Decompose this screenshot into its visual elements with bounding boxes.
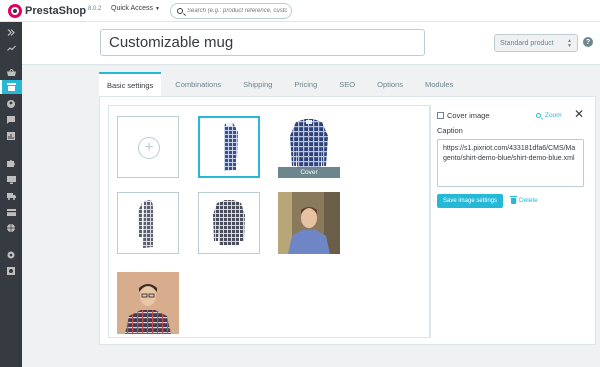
prestashop-logo[interactable]: PrestaShop	[8, 4, 86, 18]
tab-combinations[interactable]: Combinations	[167, 72, 229, 96]
shirt-image	[213, 200, 245, 245]
add-icon: +	[138, 137, 160, 159]
version-label: 8.0.2	[88, 6, 102, 12]
sidebar-toggle[interactable]	[0, 25, 22, 39]
tab-basic-settings[interactable]: Basic settings	[99, 72, 162, 96]
top-bar: PrestaShop 8.0.2 Quick Access ▼	[0, 0, 600, 22]
save-image-settings-button[interactable]: Save image settings	[437, 194, 503, 208]
bar-chart-icon	[7, 132, 15, 140]
image-settings-panel: Cover image Zoom ✕ Caption https://s1.pi…	[429, 106, 589, 338]
sidebar	[0, 22, 22, 367]
sidebar-item-catalog[interactable]	[0, 80, 22, 94]
account-circle-icon	[7, 100, 15, 108]
search-box[interactable]	[170, 3, 292, 19]
help-icon[interactable]: ?	[583, 37, 593, 47]
product-image-3[interactable]	[117, 192, 179, 254]
tab-seo[interactable]: SEO	[331, 72, 363, 96]
model-photo	[117, 272, 179, 334]
product-name-input[interactable]	[100, 29, 425, 56]
settings-icon	[7, 251, 15, 259]
shirt-image	[138, 200, 153, 248]
trash-icon	[510, 195, 517, 204]
product-image-model-1[interactable]	[278, 192, 340, 254]
add-image-button[interactable]: +	[117, 116, 179, 178]
truck-icon	[6, 192, 16, 200]
search-input[interactable]	[187, 8, 287, 14]
caret-down-icon: ▼	[155, 5, 160, 12]
tab-options[interactable]: Options	[369, 72, 411, 96]
extension-icon	[7, 160, 15, 167]
sidebar-item-orders[interactable]	[0, 65, 22, 79]
product-tabs: Basic settings Combinations Shipping Pri…	[99, 72, 467, 96]
trending-up-icon	[6, 45, 16, 51]
image-dropzone: + Cover	[108, 105, 431, 338]
product-images-card: + Cover Cover image Zoom ✕ Caption https…	[99, 96, 596, 345]
globe-icon	[7, 224, 15, 232]
caption-label: Caption	[437, 126, 463, 135]
sidebar-item-payment[interactable]	[0, 205, 22, 219]
sidebar-item-dashboard[interactable]	[0, 41, 22, 55]
delete-image-link[interactable]: Delete	[510, 195, 538, 204]
sidebar-item-stats[interactable]	[0, 129, 22, 143]
cover-image-label: Cover image	[447, 111, 490, 120]
quick-access-dropdown[interactable]: Quick Access ▼	[111, 5, 160, 12]
cover-badge: Cover	[278, 167, 340, 178]
zoom-label: Zoom	[545, 112, 562, 119]
tab-modules[interactable]: Modules	[417, 72, 461, 96]
cover-image-checkbox[interactable]	[437, 112, 444, 119]
brand-name: PrestaShop	[25, 5, 87, 17]
store-icon	[6, 83, 16, 91]
quick-access-label: Quick Access	[111, 5, 154, 12]
tab-pricing[interactable]: Pricing	[286, 72, 325, 96]
shopping-basket-icon	[6, 68, 16, 76]
model-photo	[278, 192, 340, 254]
close-icon[interactable]: ✕	[574, 108, 584, 120]
sidebar-item-advanced-parameters[interactable]	[0, 264, 22, 278]
product-image-model-2[interactable]	[117, 272, 179, 334]
delete-label: Delete	[519, 197, 538, 204]
shirt-image	[224, 123, 238, 171]
cover-image-checkbox-row[interactable]: Cover image	[437, 111, 490, 120]
product-image-4[interactable]	[198, 192, 260, 254]
select-arrows-icon: ▲ ▼	[567, 38, 572, 49]
sidebar-item-international[interactable]	[0, 221, 22, 235]
credit-card-icon	[6, 208, 16, 216]
product-type-value: Standard product	[500, 39, 554, 47]
sidebar-item-shipping[interactable]	[0, 189, 22, 203]
chevrons-right-icon	[7, 28, 15, 36]
product-image-1[interactable]	[198, 116, 260, 178]
search-icon	[177, 8, 183, 14]
zoom-icon	[536, 113, 541, 118]
sidebar-item-customers[interactable]	[0, 97, 22, 111]
tab-shipping[interactable]: Shipping	[235, 72, 280, 96]
product-header: Standard product ▲▼ ?	[22, 22, 600, 65]
chat-icon	[7, 116, 15, 124]
caption-textarea[interactable]: https://s1.pixriot.com/433181dfa6/CMS/Ma…	[437, 139, 584, 187]
sidebar-item-customer-service[interactable]	[0, 113, 22, 127]
settings-applications-icon	[7, 267, 15, 275]
prestashop-logo-icon	[8, 4, 22, 18]
zoom-link[interactable]: Zoom	[536, 112, 562, 119]
product-type-select[interactable]: Standard product ▲ ▼	[494, 34, 578, 52]
product-image-cover[interactable]: Cover	[278, 116, 340, 178]
sidebar-item-modules[interactable]	[0, 156, 22, 170]
sidebar-item-shop-parameters[interactable]	[0, 248, 22, 262]
sidebar-item-design[interactable]	[0, 173, 22, 187]
desktop-icon	[6, 176, 16, 184]
